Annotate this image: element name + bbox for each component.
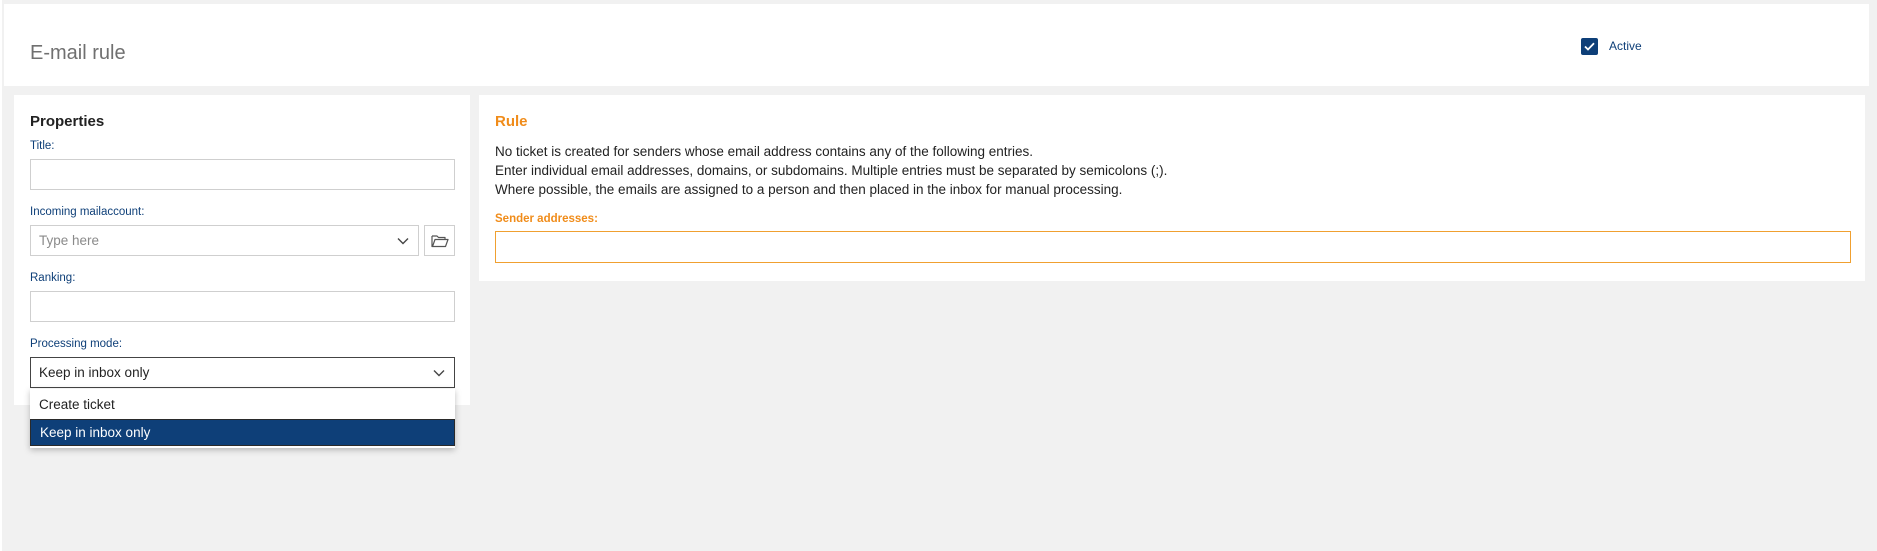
processing-mode-select[interactable]: Keep in inbox only [30,357,455,388]
ranking-label: Ranking: [30,272,76,284]
rule-line: Where possible, the emails are assigned … [495,182,1123,197]
rule-line: No ticket is created for senders whose e… [495,144,1034,159]
chevron-down-icon [433,370,445,377]
title-input[interactable] [30,159,455,190]
ranking-input[interactable] [30,291,455,322]
sender-addresses-label: Sender addresses: [495,213,598,225]
rule-title: Rule [495,113,528,130]
mailaccount-select[interactable]: Type here [30,225,419,256]
properties-title: Properties [30,113,105,130]
browse-mailaccount-button[interactable] [424,225,455,256]
mailaccount-placeholder: Type here [39,233,100,248]
rule-description: No ticket is created for senders whose e… [495,142,1167,199]
processing-mode-value: Keep in inbox only [39,365,150,380]
rule-line: Enter individual email addresses, domain… [495,163,1168,178]
active-toggle[interactable]: Active [1581,37,1642,55]
chevron-down-icon [397,238,409,245]
mailaccount-label: Incoming mailaccount: [30,206,145,218]
title-label: Title: [30,140,55,152]
check-icon [1584,42,1595,51]
active-label: Active [1609,39,1642,53]
sender-addresses-input[interactable] [495,231,1851,263]
active-checkbox[interactable] [1581,37,1598,55]
processing-mode-dropdown: Create ticket Keep in inbox only [30,389,455,448]
option-keep-in-inbox[interactable]: Keep in inbox only [30,419,455,446]
page-title: E-mail rule [30,42,126,64]
rule-card: Rule No ticket is created for senders wh… [479,95,1865,281]
folder-open-icon [430,234,449,247]
option-create-ticket[interactable]: Create ticket [30,391,455,418]
header-card: E-mail rule Active [4,4,1869,86]
processing-mode-label: Processing mode: [30,338,123,350]
properties-card: Properties Title: Incoming mailaccount: … [14,95,470,405]
